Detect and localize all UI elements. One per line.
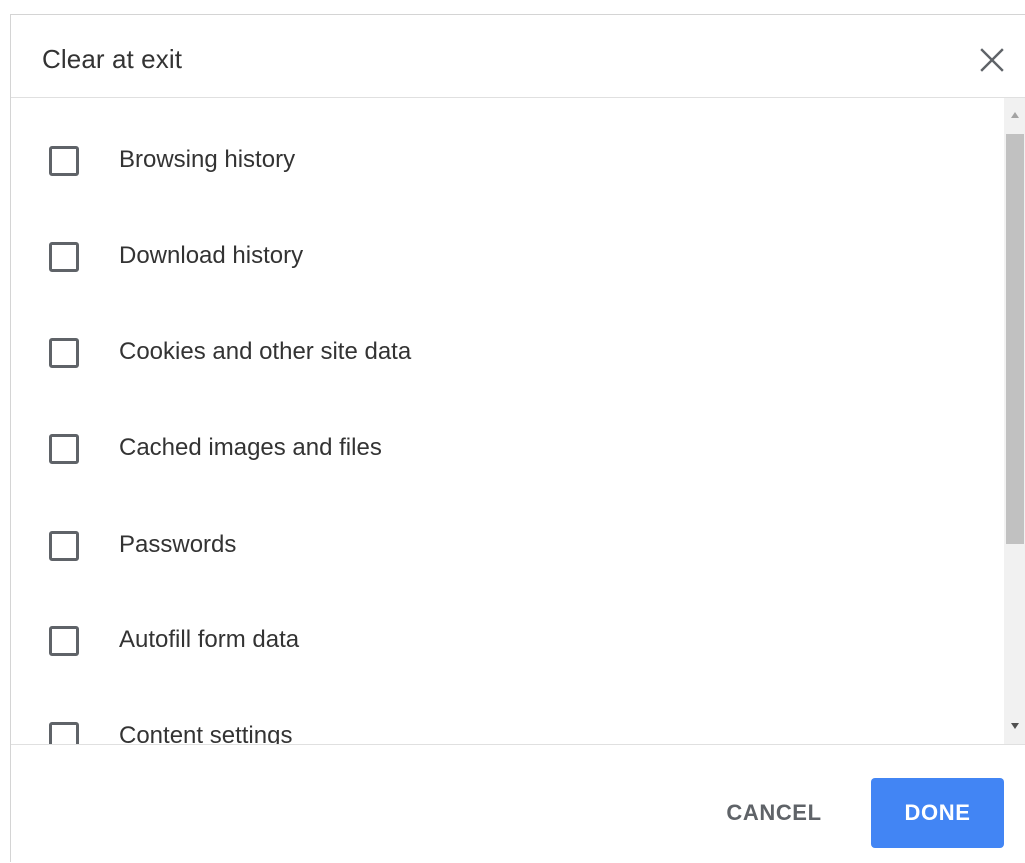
option-passwords[interactable]: Passwords <box>11 518 1004 578</box>
option-label: Download history <box>119 242 304 269</box>
dialog-header: Clear at exit <box>11 15 1025 98</box>
dialog-footer: CANCEL DONE <box>11 744 1025 863</box>
option-cookies[interactable]: Cookies and other site data <box>11 325 1004 385</box>
triangle-down-icon <box>1011 723 1019 729</box>
content-settings-checkbox[interactable] <box>49 722 79 744</box>
option-label: Browsing history <box>119 146 296 173</box>
download-history-checkbox[interactable] <box>49 242 79 272</box>
dialog-title: Clear at exit <box>42 44 183 74</box>
browsing-history-checkbox[interactable] <box>49 146 79 176</box>
option-cached-images[interactable]: Cached images and files <box>11 421 1004 481</box>
passwords-checkbox[interactable] <box>49 531 79 561</box>
option-browsing-history[interactable]: Browsing history <box>11 133 1004 193</box>
cancel-button[interactable]: CANCEL <box>711 778 837 848</box>
scrollbar-thumb[interactable] <box>1006 134 1024 544</box>
option-label: Passwords <box>119 531 237 558</box>
option-download-history[interactable]: Download history <box>11 229 1004 289</box>
cookies-checkbox[interactable] <box>49 338 79 368</box>
option-label: Content settings <box>119 722 293 744</box>
triangle-up-icon <box>1011 112 1019 118</box>
clear-at-exit-dialog: Clear at exit Browsing history Download … <box>10 14 1025 862</box>
option-content-settings[interactable]: Content settings <box>11 709 1004 744</box>
option-label: Cookies and other site data <box>119 338 412 365</box>
close-button[interactable] <box>977 45 1007 75</box>
close-icon <box>980 48 1004 72</box>
scroll-down-button[interactable] <box>1004 710 1025 744</box>
option-label: Cached images and files <box>119 434 382 461</box>
autofill-checkbox[interactable] <box>49 626 79 656</box>
options-list: Browsing history Download history Cookie… <box>11 98 1004 744</box>
option-label: Autofill form data <box>119 626 300 653</box>
option-autofill[interactable]: Autofill form data <box>11 613 1004 673</box>
done-button[interactable]: DONE <box>871 778 1004 848</box>
scroll-up-button[interactable] <box>1004 98 1025 132</box>
scrollbar[interactable] <box>1004 98 1025 744</box>
cached-images-checkbox[interactable] <box>49 434 79 464</box>
